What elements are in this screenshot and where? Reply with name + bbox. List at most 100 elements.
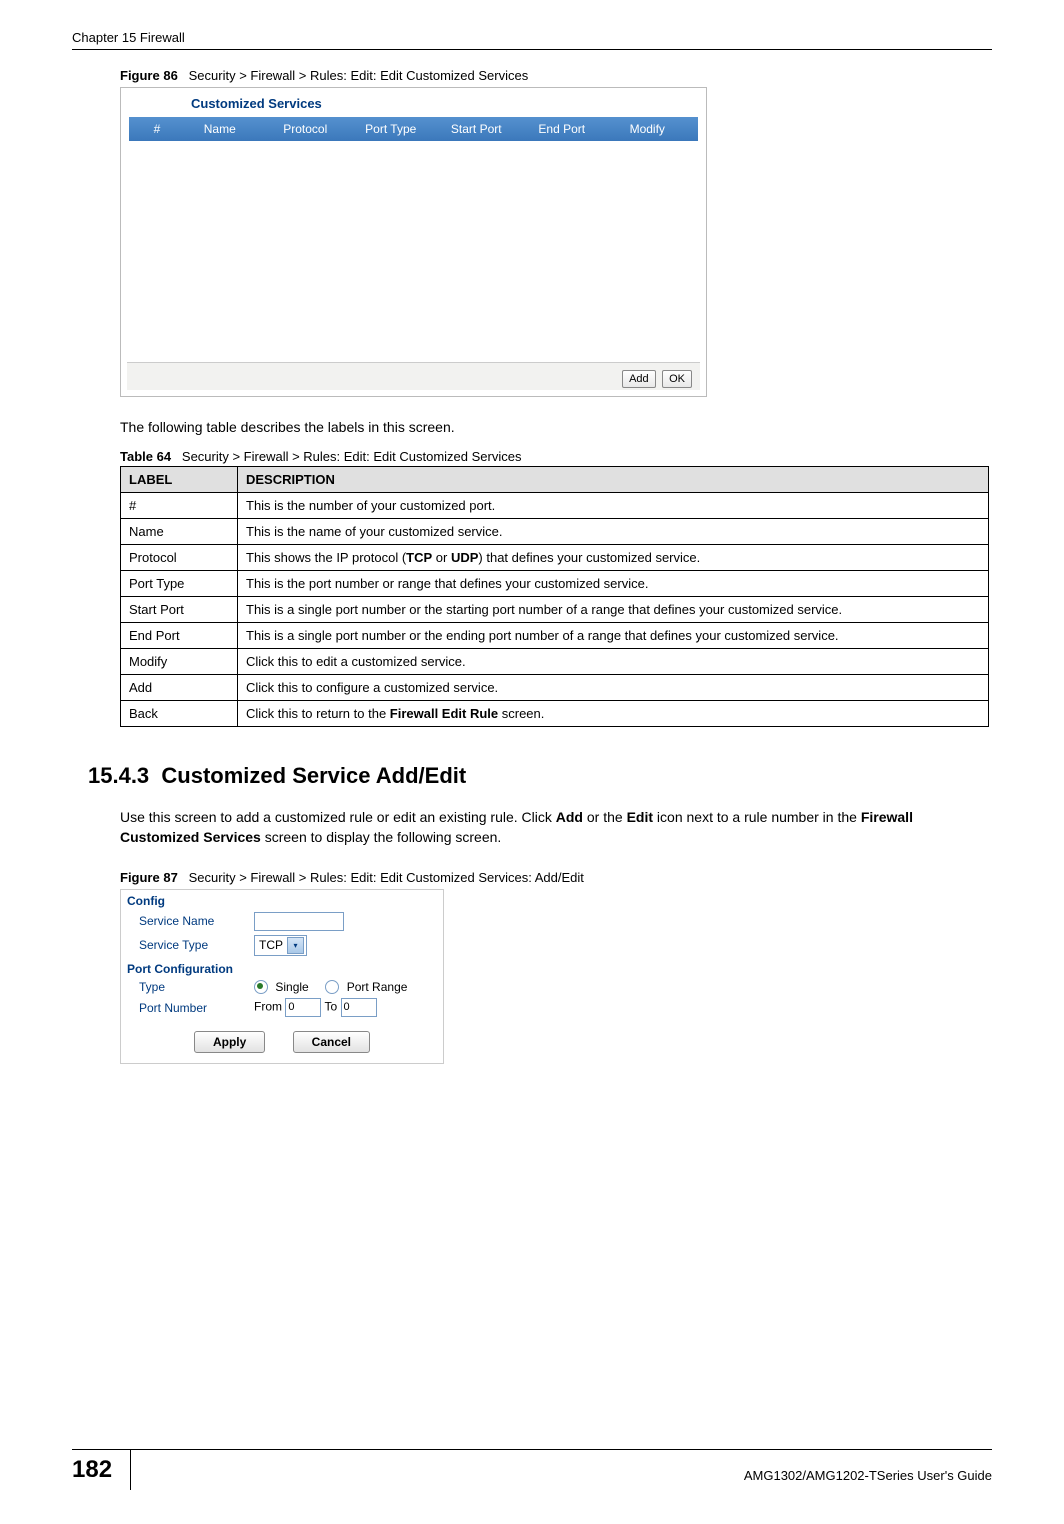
col-name: Name <box>177 122 263 136</box>
table-row: Back Click this to return to the Firewal… <box>121 701 989 727</box>
cell-desc: This is the port number or range that de… <box>238 571 989 597</box>
cell-label: Add <box>121 675 238 701</box>
section-title: Customized Service Add/Edit <box>161 763 466 788</box>
service-name-row: Service Name <box>121 910 443 933</box>
page-number: 182 <box>72 1450 131 1490</box>
txt: screen. <box>498 706 544 721</box>
type-label: Type <box>139 980 254 994</box>
customized-services-footer: Add OK <box>127 362 700 390</box>
col-endport: End Port <box>519 122 605 136</box>
service-name-label: Service Name <box>139 914 254 928</box>
table-row: Port Type This is the port number or ran… <box>121 571 989 597</box>
cell-desc: Click this to edit a customized service. <box>238 649 989 675</box>
section-heading: 15.4.3 Customized Service Add/Edit <box>88 763 992 789</box>
bold: Add <box>556 809 583 825</box>
section-paragraph: Use this screen to add a customized rule… <box>120 807 992 848</box>
from-label: From <box>254 1000 282 1014</box>
guide-name: AMG1302/AMG1202-TSeries User's Guide <box>744 1458 992 1483</box>
col-protocol: Protocol <box>263 122 349 136</box>
chevron-down-icon: ▾ <box>287 937 304 954</box>
table-row: Modify Click this to edit a customized s… <box>121 649 989 675</box>
col-startport: Start Port <box>434 122 520 136</box>
figure-86-label: Figure 86 <box>120 68 178 83</box>
cell-label: End Port <box>121 623 238 649</box>
table-header-row: LABEL DESCRIPTION <box>121 467 989 493</box>
txt: or the <box>583 809 627 825</box>
cell-desc: This is the number of your customized po… <box>238 493 989 519</box>
chapter-header: Chapter 15 Firewall <box>72 30 992 50</box>
port-number-row: Port Number From 0 To 0 <box>121 996 443 1019</box>
button-row: Apply Cancel <box>121 1019 443 1063</box>
txt: This shows the IP protocol ( <box>246 550 406 565</box>
single-label: Single <box>275 980 308 994</box>
port-range-label: Port Range <box>347 980 408 994</box>
table-row: Add Click this to configure a customized… <box>121 675 989 701</box>
cell-desc: Click this to return to the Firewall Edi… <box>238 701 989 727</box>
txt: Click this to return to the <box>246 706 390 721</box>
cell-desc: This shows the IP protocol (TCP or UDP) … <box>238 545 989 571</box>
service-type-value: TCP <box>259 938 283 952</box>
cancel-button[interactable]: Cancel <box>293 1031 370 1053</box>
cell-label: Name <box>121 519 238 545</box>
port-config-heading: Port Configuration <box>121 958 443 978</box>
txt: or <box>432 550 451 565</box>
page-footer: 182 AMG1302/AMG1202-TSeries User's Guide <box>72 1449 992 1490</box>
service-type-row: Service Type TCP ▾ <box>121 933 443 958</box>
table-row: Name This is the name of your customized… <box>121 519 989 545</box>
service-type-select[interactable]: TCP ▾ <box>254 935 307 956</box>
cell-desc: This is a single port number or the endi… <box>238 623 989 649</box>
cell-desc: This is the name of your customized serv… <box>238 519 989 545</box>
th-label: LABEL <box>121 467 238 493</box>
customized-services-title: Customized Services <box>121 88 706 117</box>
service-type-label: Service Type <box>139 938 254 952</box>
bold: UDP <box>451 550 478 565</box>
txt: Use this screen to add a customized rule… <box>120 809 556 825</box>
cell-desc: This is a single port number or the star… <box>238 597 989 623</box>
port-range-radio[interactable] <box>325 980 339 994</box>
service-name-input[interactable] <box>254 912 344 931</box>
cell-label: Port Type <box>121 571 238 597</box>
txt: screen to display the following screen. <box>261 829 501 845</box>
table-row: # This is the number of your customized … <box>121 493 989 519</box>
cell-desc: Click this to configure a customized ser… <box>238 675 989 701</box>
cell-label: # <box>121 493 238 519</box>
apply-button[interactable]: Apply <box>194 1031 265 1053</box>
figure-87-label: Figure 87 <box>120 870 178 885</box>
figure-87-caption: Figure 87 Security > Firewall > Rules: E… <box>120 870 992 885</box>
to-input[interactable]: 0 <box>341 998 377 1017</box>
table-row: End Port This is a single port number or… <box>121 623 989 649</box>
type-row: Type Single Port Range <box>121 978 443 997</box>
table-64-label: Table 64 <box>120 449 171 464</box>
table-64: LABEL DESCRIPTION # This is the number o… <box>120 466 989 727</box>
port-number-label: Port Number <box>139 1001 254 1015</box>
from-input[interactable]: 0 <box>285 998 321 1017</box>
table-row: Start Port This is a single port number … <box>121 597 989 623</box>
bold: Edit <box>627 809 653 825</box>
to-label: To <box>324 1000 337 1014</box>
bold: Firewall Edit Rule <box>390 706 498 721</box>
bold: TCP <box>406 550 432 565</box>
figure-86-screenshot: Customized Services # Name Protocol Port… <box>120 87 707 397</box>
table-64-text: Security > Firewall > Rules: Edit: Edit … <box>182 449 522 464</box>
config-heading: Config <box>121 890 443 910</box>
figure-87-text: Security > Firewall > Rules: Edit: Edit … <box>189 870 584 885</box>
table-row: Protocol This shows the IP protocol (TCP… <box>121 545 989 571</box>
section-number: 15.4.3 <box>88 763 149 788</box>
col-porttype: Port Type <box>348 122 434 136</box>
ok-button[interactable]: OK <box>662 370 692 388</box>
figure-87-screenshot: Config Service Name Service Type TCP ▾ P… <box>120 889 444 1065</box>
intro-text: The following table describes the labels… <box>120 419 992 435</box>
table-64-caption: Table 64 Security > Firewall > Rules: Ed… <box>120 449 992 464</box>
th-description: DESCRIPTION <box>238 467 989 493</box>
customized-services-header: # Name Protocol Port Type Start Port End… <box>129 117 698 141</box>
col-modify: Modify <box>605 122 691 136</box>
cell-label: Start Port <box>121 597 238 623</box>
cell-label: Modify <box>121 649 238 675</box>
cell-label: Back <box>121 701 238 727</box>
txt: icon next to a rule number in the <box>653 809 861 825</box>
single-radio[interactable] <box>254 980 268 994</box>
cell-label: Protocol <box>121 545 238 571</box>
add-button[interactable]: Add <box>622 370 656 388</box>
figure-86-caption: Figure 86 Security > Firewall > Rules: E… <box>120 68 992 83</box>
col-num: # <box>137 122 177 136</box>
